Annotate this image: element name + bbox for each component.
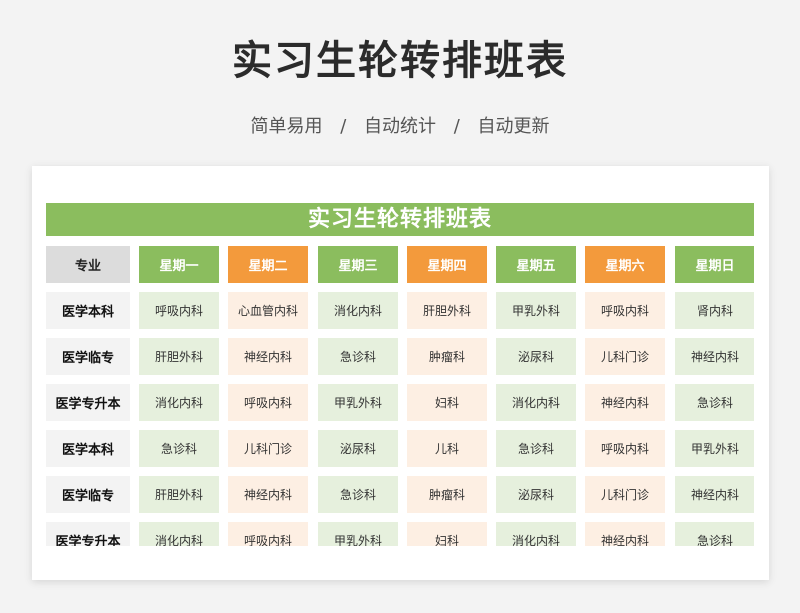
schedule-cell: 神经内科 [228,476,308,513]
schedule-cell: 甲乳外科 [675,430,754,467]
schedule-cell: 肿瘤科 [407,338,487,375]
schedule-cell: 肝胆外科 [407,292,487,329]
schedule-cell: 肿瘤科 [407,476,487,513]
column-header-day: 星期四 [407,246,487,283]
schedule-cell: 消化内科 [139,384,219,421]
schedule-cell: 呼吸内科 [228,384,308,421]
schedule-cell: 泌尿科 [318,430,398,467]
schedule-cell: 肾内科 [675,292,754,329]
schedule-cell: 神经内科 [585,522,665,546]
schedule-cell: 心血管内科 [228,292,308,329]
column-header-day: 星期六 [585,246,665,283]
schedule-cell: 肝胆外科 [139,476,219,513]
schedule-cell: 呼吸内科 [228,522,308,546]
schedule-cell: 急诊科 [675,384,754,421]
schedule-cell: 神经内科 [228,338,308,375]
schedule-cell: 神经内科 [585,384,665,421]
row-major-label: 医学专升本 [46,522,130,546]
schedule-cell: 儿科门诊 [228,430,308,467]
schedule-cell: 泌尿科 [496,338,576,375]
schedule-cell: 甲乳外科 [496,292,576,329]
subtitle-item: 简单易用 [250,116,323,137]
schedule-cell: 呼吸内科 [585,430,665,467]
schedule-cell: 神经内科 [675,476,754,513]
schedule-cell: 妇科 [407,384,487,421]
column-header-day: 星期二 [228,246,308,283]
schedule-cell: 急诊科 [675,522,754,546]
schedule-cell: 甲乳外科 [318,384,398,421]
schedule-card: 实习生轮转排班表 专业 星期一 星期二 星期三 星期四 星期五 星期六 星期日 医学本科 呼吸内科… [32,166,769,580]
schedule-cell: 急诊科 [318,338,398,375]
column-header-major: 专业 [46,246,130,283]
row-major-label: 医学专升本 [46,384,130,421]
page-title: 实习生轮转排班表 [232,38,568,84]
schedule-cell: 急诊科 [318,476,398,513]
row-major-label: 医学临专 [46,338,130,375]
schedule-cell: 儿科 [407,430,487,467]
schedule-cell: 呼吸内科 [139,292,219,329]
subtitle-item: 自动更新 [477,116,550,137]
subtitle-item: 自动统计 [364,116,436,137]
schedule-cell: 呼吸内科 [585,292,665,329]
schedule-cell: 急诊科 [139,430,219,467]
schedule-cell: 消化内科 [318,292,398,329]
column-header-day: 星期一 [139,246,219,283]
schedule-grid: 专业 星期一 星期二 星期三 星期四 星期五 星期六 星期日 医学本科 呼吸内科 心血管内科 消化内科… [46,246,754,546]
schedule-cell: 泌尿科 [496,476,576,513]
row-major-label: 医学本科 [46,430,130,467]
table-banner: 实习生轮转排班表 [46,203,754,236]
schedule-cell: 消化内科 [496,522,576,546]
row-major-label: 医学本科 [46,292,130,329]
schedule-cell: 急诊科 [496,430,576,467]
schedule-cell: 妇科 [407,522,487,546]
subtitle: 简单易用 / 自动统计 / 自动更新 [0,112,800,138]
schedule-cell: 消化内科 [139,522,219,546]
schedule-cell: 甲乳外科 [318,522,398,546]
schedule-cell: 消化内科 [496,384,576,421]
schedule-cell: 儿科门诊 [585,476,665,513]
column-header-day: 星期三 [318,246,398,283]
schedule-cell: 神经内科 [675,338,754,375]
subtitle-separator: / [340,116,347,137]
schedule-cell: 肝胆外科 [139,338,219,375]
column-header-day: 星期五 [496,246,576,283]
subtitle-separator: / [453,116,460,137]
schedule-cell: 儿科门诊 [585,338,665,375]
column-header-day: 星期日 [675,246,754,283]
row-major-label: 医学临专 [46,476,130,513]
